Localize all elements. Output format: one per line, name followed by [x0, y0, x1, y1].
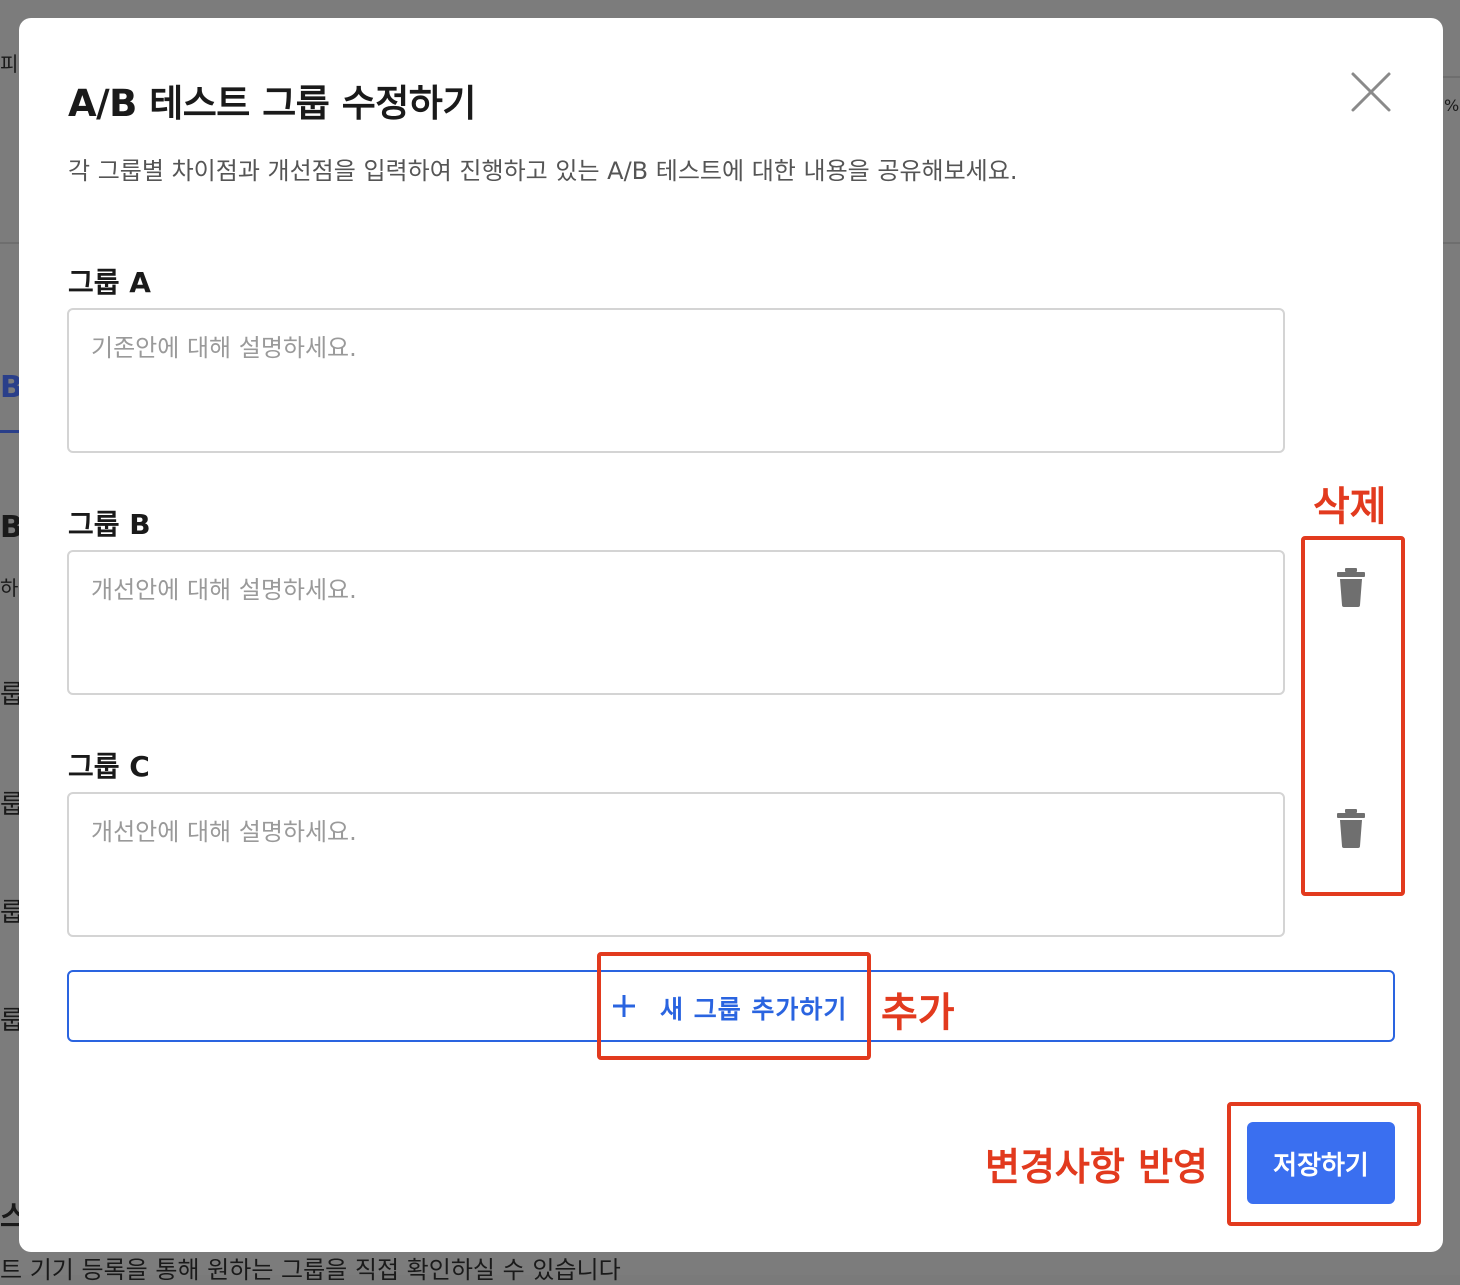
background-text: %: [1444, 96, 1460, 115]
delete-group-c-button[interactable]: [1337, 808, 1365, 848]
group-c-input[interactable]: [67, 792, 1285, 937]
delete-group-b-button[interactable]: [1337, 567, 1365, 607]
annotation-delete-label: 삭제: [1313, 484, 1387, 530]
add-group-label: 새 그룹 추가하기: [660, 995, 848, 1024]
save-button[interactable]: 저장하기: [1247, 1122, 1395, 1204]
group-a-label: 그룹 A: [68, 266, 151, 299]
trash-icon: [1337, 809, 1365, 848]
background-divider: [1443, 242, 1460, 244]
trash-icon: [1337, 568, 1365, 607]
modal-title: A/B 테스트 그룹 수정하기: [68, 82, 476, 125]
plus-icon: [609, 986, 639, 1026]
modal-description: 각 그룹별 차이점과 개선점을 입력하여 진행하고 있는 A/B 테스트에 대한…: [68, 157, 1018, 185]
group-c-label: 그룹 C: [68, 750, 150, 783]
group-b-input[interactable]: [67, 550, 1285, 695]
background-divider: [1443, 76, 1460, 78]
group-a-input[interactable]: [67, 308, 1285, 453]
background-text: 하: [0, 576, 19, 600]
background-divider: [0, 242, 19, 244]
annotation-apply-label: 변경사항 반영: [985, 1145, 1208, 1189]
close-button[interactable]: [1349, 70, 1393, 114]
add-group-button[interactable]: 새 그룹 추가하기: [67, 970, 1395, 1042]
background-text: 피: [0, 52, 19, 76]
background-text: 트 기기 등록을 통해 원하는 그룹을 직접 확인하실 수 있습니다: [0, 1256, 621, 1284]
group-b-label: 그룹 B: [68, 508, 151, 541]
close-icon: [1351, 72, 1391, 112]
background-tab-underline: [0, 430, 19, 433]
edit-ab-group-modal: A/B 테스트 그룹 수정하기 각 그룹별 차이점과 개선점을 입력하여 진행하…: [19, 18, 1443, 1252]
